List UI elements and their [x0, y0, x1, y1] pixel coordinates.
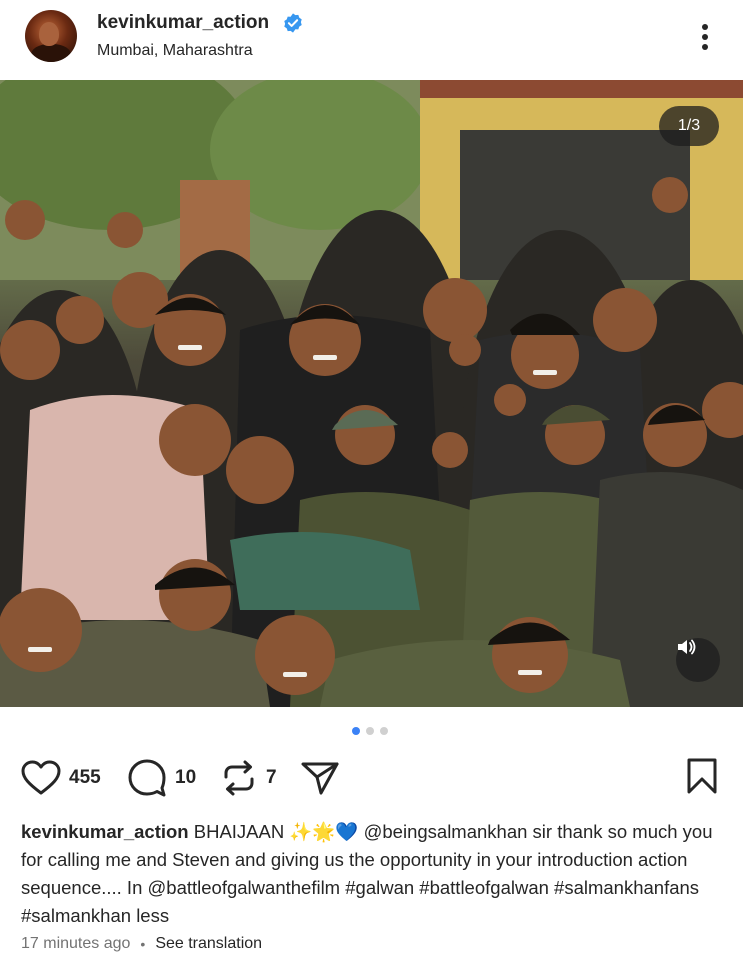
avatar-figure-body	[31, 44, 71, 62]
username-link[interactable]: kevinkumar_action	[97, 12, 269, 34]
caption-mention-beingsalmankhan[interactable]: @beingsalmankhan	[364, 821, 528, 842]
post-caption: kevinkumar_action BHAIJAAN ✨🌟💙 @beingsal…	[21, 818, 721, 930]
caption-username[interactable]: kevinkumar_action	[21, 821, 189, 842]
heart-icon[interactable]	[21, 760, 61, 796]
group-photo-illustration	[0, 80, 743, 707]
audio-toggle-button[interactable]	[676, 638, 720, 682]
repost-action: 7	[220, 759, 277, 797]
like-count[interactable]: 455	[69, 767, 101, 789]
share-action	[300, 759, 340, 797]
comment-bubble-icon[interactable]	[127, 759, 167, 797]
like-action: 455	[21, 759, 101, 797]
repost-count[interactable]: 7	[266, 767, 277, 789]
caption-text: BHAIJAAN ✨🌟💙	[193, 821, 364, 842]
caption-mention-battleofgalwan[interactable]: @battleofgalwanthefilm	[148, 877, 341, 898]
carousel-dot-2[interactable]	[366, 727, 374, 735]
bookmark-icon[interactable]	[686, 758, 718, 794]
carousel-counter: 1/3	[659, 106, 719, 146]
post-header: kevinkumar_action Mumbai, Maharashtra	[0, 0, 743, 80]
location-link[interactable]: Mumbai, Maharashtra	[97, 42, 253, 60]
comment-action: 10	[127, 759, 196, 797]
speaker-icon	[678, 639, 696, 655]
more-vertical-icon[interactable]	[694, 20, 716, 54]
repost-icon[interactable]	[220, 759, 258, 797]
post-photo[interactable]: 1/3	[0, 80, 743, 707]
avatar-figure-face	[39, 22, 59, 46]
caption-less-link[interactable]: less	[136, 905, 169, 926]
verified-badge-icon	[284, 13, 302, 33]
post-meta: 17 minutes ago • See translation	[21, 935, 262, 953]
see-translation-link[interactable]: See translation	[155, 935, 262, 953]
carousel-dot-3[interactable]	[380, 727, 388, 735]
send-icon[interactable]	[300, 760, 340, 796]
meta-separator: •	[140, 936, 146, 952]
post-timestamp: 17 minutes ago	[21, 935, 131, 952]
comment-count[interactable]: 10	[175, 767, 196, 789]
avatar[interactable]	[25, 10, 77, 62]
carousel-indicator	[352, 727, 388, 735]
carousel-dot-1[interactable]	[352, 727, 360, 735]
